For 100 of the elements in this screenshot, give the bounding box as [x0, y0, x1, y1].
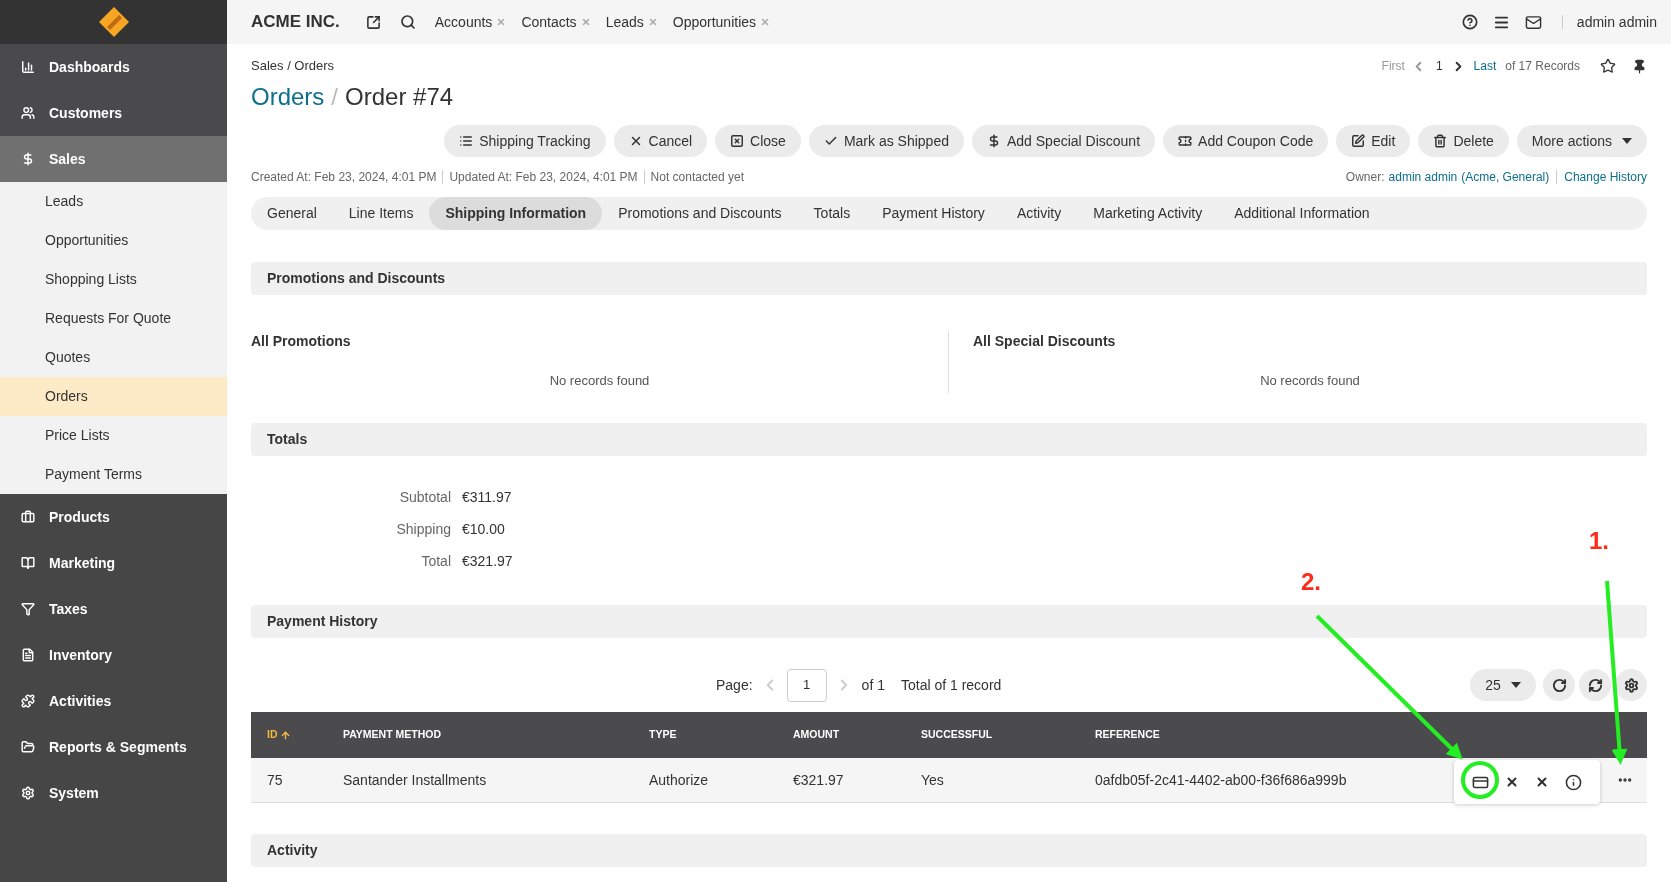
- brand-name: ACME INC.: [251, 11, 340, 34]
- table-cell-text: 75: [267, 770, 283, 790]
- change-history-link[interactable]: Change History: [1564, 168, 1647, 186]
- ticket-icon: [1178, 134, 1193, 148]
- info-icon[interactable]: [1565, 773, 1582, 791]
- reset-button[interactable]: [1579, 669, 1611, 701]
- action-button[interactable]: Shipping Tracking: [444, 125, 606, 157]
- pinned-tab[interactable]: Opportunities: [672, 11, 757, 33]
- submenu-item[interactable]: Requests For Quote: [0, 299, 227, 338]
- tab[interactable]: Additional Information: [1218, 197, 1386, 230]
- sidebar-item[interactable]: Dashboards: [0, 44, 227, 90]
- annotation-label: 1.: [1589, 526, 1609, 556]
- action-button[interactable]: Cancel: [613, 125, 708, 157]
- section-header: Promotions and Discounts: [251, 262, 1647, 295]
- close-icon: [730, 134, 745, 148]
- puzzle-icon: [21, 694, 35, 708]
- sidebar-item[interactable]: Sales: [0, 136, 227, 182]
- table-cell-text: 0afdb05f-2c41-4402-ab00-f36f686a999b: [1095, 770, 1347, 790]
- table-cell-text: €321.97: [793, 770, 844, 790]
- tab[interactable]: Payment History: [866, 197, 1001, 230]
- submenu-item[interactable]: Payment Terms: [0, 455, 227, 494]
- filter-icon: [21, 602, 35, 616]
- list-icon: [459, 134, 474, 148]
- submenu-item[interactable]: Orders: [0, 377, 227, 416]
- section-header: Payment History: [251, 605, 1647, 638]
- tab[interactable]: Activity: [1000, 197, 1078, 230]
- page-count: of 1: [861, 675, 885, 695]
- tab[interactable]: Promotions and Discounts: [602, 197, 798, 230]
- meta-text: Updated At: Feb 23, 2024, 4:01 PM: [449, 169, 638, 186]
- table-cell-text: Authorize: [649, 770, 709, 790]
- action-button[interactable]: Mark as Shipped: [808, 125, 964, 157]
- caret-icon: [1622, 138, 1632, 144]
- pin-icon[interactable]: [1632, 58, 1647, 74]
- action-button[interactable]: Delete: [1418, 125, 1509, 157]
- submenu-item[interactable]: Shopping Lists: [0, 260, 227, 299]
- mail-icon[interactable]: [1524, 13, 1542, 31]
- title-link[interactable]: Orders: [251, 82, 325, 112]
- empty-message: No records found: [1260, 372, 1360, 390]
- caret-icon: [1510, 682, 1521, 688]
- pinned-tab[interactable]: Accounts: [434, 11, 493, 33]
- breadcrumb: Sales / Orders: [251, 57, 335, 76]
- chart-icon: [21, 60, 35, 74]
- total-label: Total: [420, 552, 451, 570]
- settings-button[interactable]: [1615, 669, 1647, 701]
- page-input[interactable]: 1: [786, 668, 827, 702]
- total-label: Subtotal: [398, 488, 451, 506]
- page-size-select[interactable]: 25: [1470, 669, 1536, 701]
- action-button[interactable]: Edit: [1336, 125, 1411, 157]
- column-header[interactable]: AMOUNT: [793, 727, 921, 743]
- column-header[interactable]: SUCCESSFUL: [921, 727, 1095, 743]
- dollar-icon: [21, 152, 35, 166]
- column-header[interactable]: PAYMENT METHOD: [343, 727, 649, 743]
- dropdown-button[interactable]: More actions: [1516, 125, 1647, 157]
- sync-icon: [1587, 677, 1603, 693]
- submenu-item[interactable]: Price Lists: [0, 416, 227, 455]
- close-icon[interactable]: [1505, 775, 1519, 789]
- section-header: Totals: [251, 423, 1647, 456]
- business-unit-link[interactable]: (Acme, General): [1461, 168, 1550, 186]
- tab[interactable]: Totals: [797, 197, 867, 230]
- title-separator: /: [331, 82, 339, 112]
- page-label: Page:: [716, 675, 753, 695]
- table-cell-text: Yes: [921, 770, 944, 790]
- record-total: Total of 1 record: [900, 675, 1002, 695]
- logo-icon: [97, 6, 130, 38]
- folder-icon: [21, 740, 35, 754]
- section-header: Activity: [251, 834, 1647, 867]
- highlight-circle: [1461, 761, 1499, 799]
- owner-link[interactable]: admin admin: [1388, 168, 1458, 186]
- meta-text: Created At: Feb 23, 2024, 4:01 PM: [251, 169, 437, 186]
- column-header[interactable]: TYPE: [649, 727, 793, 743]
- submenu-item[interactable]: Quotes: [0, 338, 227, 377]
- close-icon[interactable]: [1535, 775, 1549, 789]
- sidebar-item[interactable]: Customers: [0, 90, 227, 136]
- tab[interactable]: Line Items: [332, 197, 430, 230]
- search-icon[interactable]: [399, 14, 416, 30]
- settings-icon: [1623, 677, 1639, 693]
- submenu-item[interactable]: Opportunities: [0, 221, 227, 260]
- action-button[interactable]: Add Special Discount: [971, 125, 1156, 157]
- action-button[interactable]: Close: [715, 125, 801, 157]
- annotation-label: 2.: [1301, 567, 1321, 597]
- user-menu[interactable]: admin admin: [1576, 11, 1657, 33]
- column-header[interactable]: ID: [267, 727, 343, 743]
- pinned-tab[interactable]: Contacts: [521, 11, 577, 33]
- refresh-button[interactable]: [1543, 669, 1575, 701]
- tab[interactable]: General: [251, 197, 333, 230]
- refresh-icon: [1551, 677, 1567, 693]
- total-value: €311.97: [462, 488, 512, 506]
- settings-icon: [21, 786, 35, 800]
- check-icon: [823, 134, 838, 148]
- tab[interactable]: Marketing Activity: [1077, 197, 1219, 230]
- help-icon[interactable]: [1461, 14, 1478, 30]
- column-header[interactable]: REFERENCE: [1095, 727, 1647, 743]
- star-icon[interactable]: [1600, 58, 1616, 74]
- total-label: Shipping: [395, 520, 451, 538]
- shortcut-icon[interactable]: [365, 14, 381, 30]
- tab[interactable]: Shipping Information: [429, 197, 603, 230]
- action-button[interactable]: Add Coupon Code: [1163, 125, 1329, 157]
- pinned-tab[interactable]: Leads: [605, 11, 644, 33]
- submenu-item[interactable]: Leads: [0, 182, 227, 221]
- last-link[interactable]: Last: [1473, 57, 1497, 75]
